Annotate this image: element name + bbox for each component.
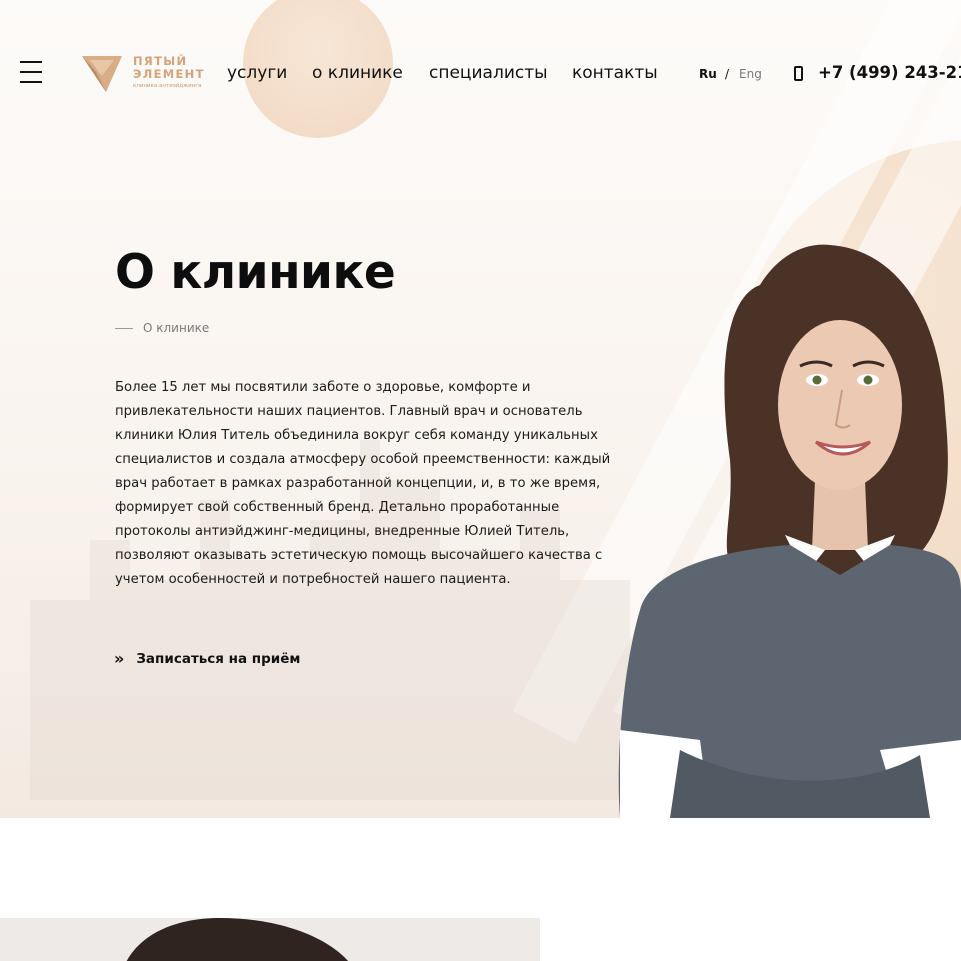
- nav-item-about[interactable]: о клинике: [312, 63, 403, 83]
- logo-text-line2: ЭЛЕМЕНТ: [133, 67, 205, 81]
- breadcrumb-divider: [115, 327, 133, 329]
- lang-en[interactable]: Eng: [739, 67, 762, 81]
- logo[interactable]: ПЯТЫЙ ЭЛЕМЕНТ клиника антиэйджинга: [80, 52, 210, 96]
- nav-item-services[interactable]: услуги: [227, 63, 287, 83]
- logo-text-line1: ПЯТЫЙ: [133, 54, 188, 68]
- phone-number[interactable]: +7 (499) 243-21-0: [818, 63, 961, 82]
- breadcrumb: О клинике: [115, 321, 209, 335]
- next-section-image: [0, 918, 540, 961]
- lang-ru[interactable]: Ru: [699, 67, 717, 81]
- mobile-phone-icon: [794, 66, 803, 81]
- breadcrumb-current: О клинике: [143, 321, 210, 335]
- next-section-photo: [126, 918, 349, 961]
- nav-item-specialists[interactable]: специалисты: [429, 63, 548, 83]
- book-appointment-label: Записаться на приём: [136, 650, 301, 667]
- intro-text: Более 15 лет мы посвятили заботе о здоро…: [115, 380, 611, 587]
- lang-separator: /: [725, 67, 730, 81]
- page-title: О клинике: [115, 245, 396, 300]
- logo-tagline: клиника антиэйджинга: [133, 83, 202, 89]
- nav-item-contacts[interactable]: контакты: [572, 63, 658, 83]
- book-appointment-button[interactable]: » Записаться на приём: [114, 649, 300, 668]
- hamburger-menu-icon[interactable]: [20, 61, 42, 85]
- double-chevron-right-icon: »: [114, 649, 125, 668]
- logo-mark-icon: [82, 56, 122, 92]
- doctor-portrait: [618, 244, 961, 818]
